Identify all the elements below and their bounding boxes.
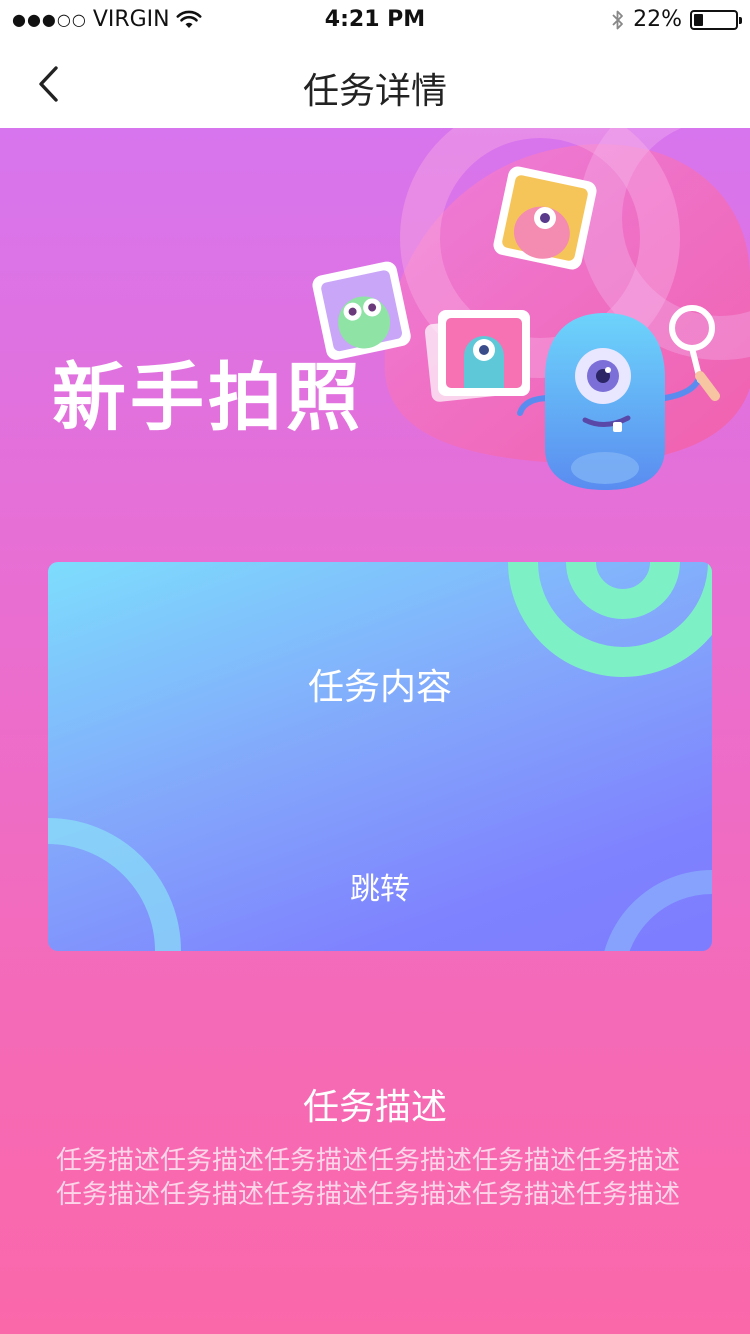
description-text: 任务描述任务描述任务描述任务描述任务描述任务描述 任务描述任务描述任务描述任务描… [56, 1144, 696, 1212]
card-title: 任务内容 [307, 667, 452, 708]
description-line: 任务描述任务描述任务描述任务描述任务描述任务描述 [56, 1146, 681, 1176]
green-ring-inner-decoration [566, 562, 680, 619]
hero-title: 新手拍照 [52, 355, 364, 441]
status-bar-right: 22% [611, 7, 742, 32]
bluetooth-icon [612, 10, 623, 29]
monster-photo-card-yellow [493, 166, 597, 270]
description-line: 任务描述任务描述任务描述任务描述任务描述任务描述 [56, 1180, 681, 1210]
hero-illustration [312, 128, 750, 490]
page-title: 任务详情 [302, 71, 447, 112]
task-detail-content: 新手拍照 任务内容 跳转 任务描述 任务描述任务描述任务描述任务描述任务描述任务… [0, 128, 750, 1334]
monster-photo-card-pink [424, 310, 530, 402]
battery-icon [690, 9, 742, 30]
battery-level [694, 13, 703, 26]
task-content-card[interactable]: 任务内容 跳转 [48, 562, 712, 951]
jump-link[interactable]: 跳转 [48, 864, 712, 908]
status-bar: ●●●○○ VIRGIN 4:21 PM 22% [0, 0, 750, 40]
navigation-bar: 任务详情 [0, 40, 750, 128]
battery-cap [739, 16, 742, 24]
battery-percent: 22% [633, 7, 682, 32]
description-title: 任务描述 [302, 1087, 447, 1128]
